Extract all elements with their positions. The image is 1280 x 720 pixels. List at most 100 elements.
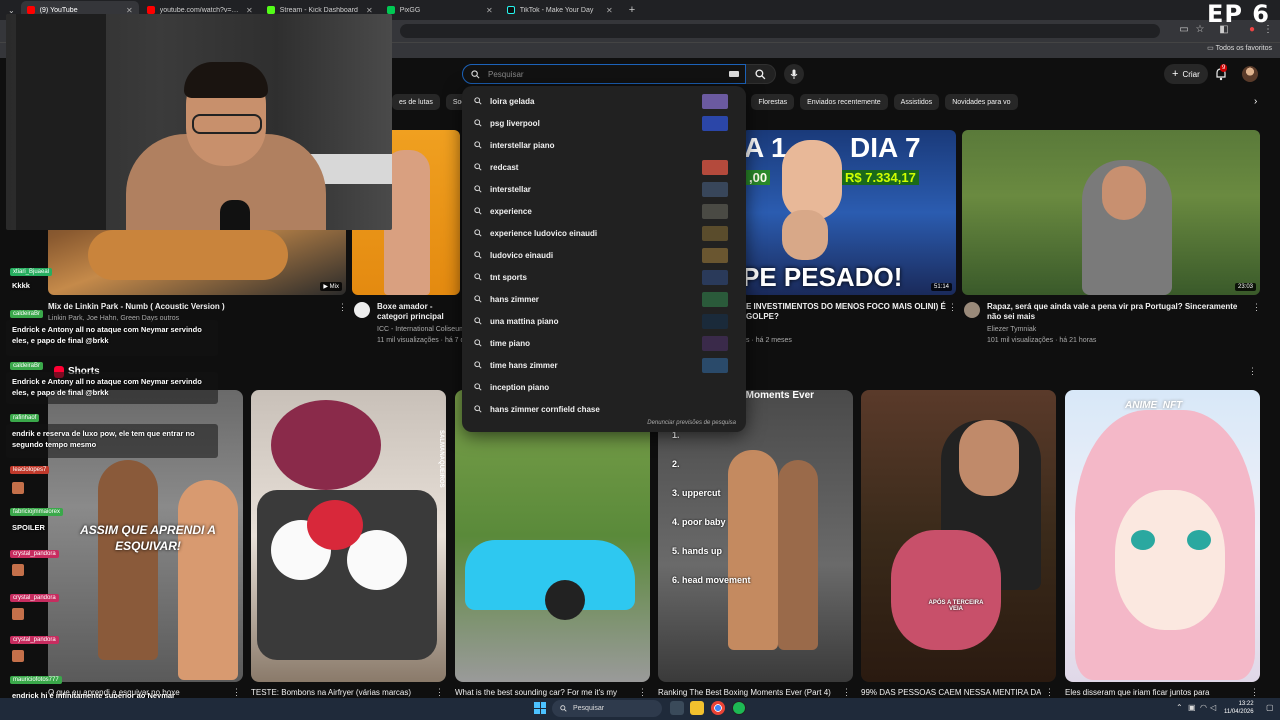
task-view-icon[interactable] bbox=[670, 701, 684, 715]
tiktok-favicon-icon bbox=[506, 6, 515, 14]
filter-chip[interactable]: Novidades para vo bbox=[945, 94, 1018, 110]
video-channel[interactable]: Eliezer Tymniak bbox=[987, 325, 1249, 334]
more-options-icon[interactable]: ⋮ bbox=[1252, 302, 1261, 313]
suggestion-thumbnail bbox=[702, 115, 728, 131]
search-icon bbox=[474, 383, 482, 391]
taskbar-clock[interactable]: 13:22 11/04/2026 bbox=[1224, 700, 1254, 716]
search-icon bbox=[474, 141, 482, 149]
chat-emote bbox=[12, 608, 24, 620]
create-button[interactable]: + Criar bbox=[1164, 64, 1208, 84]
chevron-right-icon[interactable]: › bbox=[1254, 96, 1257, 107]
tab-pixgg[interactable]: PixGG ✕ bbox=[381, 1, 499, 19]
more-options-icon[interactable]: ⋮ bbox=[1250, 687, 1259, 698]
search-suggestion[interactable]: tnt sports bbox=[462, 266, 746, 288]
short-boxing-ranking[interactable]: The Best Boxing Moments Ever 1.2.3. uppe… bbox=[658, 390, 853, 682]
report-predictions-link[interactable]: Denunciar previsões de pesquisa bbox=[647, 420, 736, 426]
video-thumbnail-portugal[interactable]: 23:03 bbox=[962, 130, 1260, 295]
thumbnail-text: R$ 7.334,17 bbox=[842, 170, 919, 185]
search-suggestion[interactable]: una mattina piano bbox=[462, 310, 746, 332]
tray-app-icon[interactable]: ▣ bbox=[1188, 703, 1196, 712]
taskbar-search[interactable]: Pesquisar bbox=[552, 700, 662, 717]
all-bookmarks[interactable]: ▭ Todos os favoritos bbox=[1207, 44, 1272, 52]
search-suggestion[interactable]: experience ludovico einaudi bbox=[462, 222, 746, 244]
account-avatar[interactable] bbox=[1242, 66, 1258, 82]
file-explorer-icon[interactable] bbox=[690, 701, 704, 715]
search-suggestion[interactable]: interstellar bbox=[462, 178, 746, 200]
ranking-item: 3. uppercut bbox=[672, 488, 721, 498]
keyboard-icon[interactable] bbox=[729, 71, 739, 77]
omnibox[interactable] bbox=[400, 24, 1160, 38]
volume-icon[interactable]: ◁ bbox=[1210, 703, 1216, 712]
search-suggestion[interactable]: time hans zimmer bbox=[462, 354, 746, 376]
search-icon bbox=[474, 163, 482, 171]
more-options-icon[interactable]: ⋮ bbox=[435, 687, 444, 698]
search-button[interactable] bbox=[746, 64, 776, 84]
tab-label: (9) YouTube bbox=[39, 6, 78, 14]
spotify-icon[interactable] bbox=[733, 702, 745, 714]
search-suggestion[interactable]: interstellar piano bbox=[462, 134, 746, 156]
man-face bbox=[1102, 166, 1146, 220]
search-icon bbox=[474, 185, 482, 193]
duration-badge: 23:03 bbox=[1234, 283, 1256, 291]
close-tab-icon[interactable]: ✕ bbox=[606, 6, 613, 15]
channel-avatar[interactable] bbox=[354, 302, 370, 318]
new-tab-button[interactable]: + bbox=[621, 4, 643, 16]
chat-username: rafinhaof bbox=[10, 414, 40, 422]
more-options-icon[interactable]: ⋮ bbox=[1248, 366, 1257, 377]
wifi-icon[interactable]: ◠ bbox=[1200, 703, 1207, 712]
short-airfryer[interactable]: SALMANAQUEIROS bbox=[251, 390, 446, 682]
short-title[interactable]: Ranking The Best Boxing Moments Ever (Pa… bbox=[658, 688, 838, 697]
tray-chevron-icon[interactable]: ⌃ bbox=[1176, 703, 1183, 712]
tab-label: TikTok - Make Your Day bbox=[519, 6, 594, 14]
voice-search-button[interactable] bbox=[784, 64, 804, 84]
filter-chip[interactable]: Assistidos bbox=[893, 94, 940, 110]
duration-badge: 51:14 bbox=[930, 283, 952, 291]
short-title[interactable]: What is the best sounding car? For me it… bbox=[455, 688, 635, 697]
more-options-icon[interactable]: ⋮ bbox=[948, 302, 957, 313]
short-meat[interactable]: APÓS A TERCEIRA VEIA bbox=[861, 390, 1056, 682]
bookmark-star-icon[interactable]: ☆ bbox=[1194, 24, 1206, 36]
cast-icon[interactable]: ▭ bbox=[1178, 24, 1190, 36]
channel-avatar[interactable] bbox=[964, 302, 980, 318]
search-suggestion[interactable]: ludovico einaudi bbox=[462, 244, 746, 266]
filter-chip[interactable]: Enviados recentemente bbox=[800, 94, 888, 110]
chat-message: SPOILER bbox=[12, 523, 45, 532]
more-options-icon[interactable]: ⋮ bbox=[842, 687, 851, 698]
search-suggestion[interactable]: loira gelada bbox=[462, 90, 746, 112]
short-title[interactable]: Eles disseram que iriam ficar juntos par… bbox=[1065, 688, 1245, 697]
notification-center-icon[interactable]: ▢ bbox=[1266, 703, 1274, 712]
suggestion-text: tnt sports bbox=[490, 272, 527, 282]
suggestion-text: una mattina piano bbox=[490, 316, 559, 326]
chrome-icon[interactable] bbox=[711, 701, 725, 715]
search-suggestion[interactable]: experience bbox=[462, 200, 746, 222]
suggestion-text: interstellar piano bbox=[490, 140, 555, 150]
search-suggestion[interactable]: redcast bbox=[462, 156, 746, 178]
short-anime[interactable]: ANIME_NFT bbox=[1065, 390, 1260, 682]
short-car[interactable] bbox=[455, 390, 650, 682]
search-input[interactable]: Pesquisar bbox=[462, 64, 746, 84]
search-suggestion[interactable]: hans zimmer cornfield chase bbox=[462, 398, 746, 420]
tab-label: youtube.com/watch?v=CV4h2r bbox=[159, 6, 241, 14]
search-suggestion[interactable]: hans zimmer bbox=[462, 288, 746, 310]
search-suggestion[interactable]: time piano bbox=[462, 332, 746, 354]
filter-chip[interactable]: es de lutas bbox=[392, 94, 440, 110]
close-tab-icon[interactable]: ✕ bbox=[486, 6, 493, 15]
search-icon bbox=[474, 339, 482, 347]
short-title[interactable]: 99% DAS PESSOAS CAEM NESSA MENTIRA DA bbox=[861, 688, 1041, 697]
more-options-icon[interactable]: ⋮ bbox=[338, 302, 347, 313]
meat-shape bbox=[891, 530, 1001, 650]
more-options-icon[interactable]: ⋮ bbox=[1045, 687, 1054, 698]
search-suggestion[interactable]: inception piano bbox=[462, 376, 746, 398]
video-thumbnail-investimentos[interactable]: A 1 DIA 7 ,00 R$ 7.334,17 PE PESADO! 51:… bbox=[742, 130, 956, 295]
tab-tiktok[interactable]: TikTok - Make Your Day ✕ bbox=[501, 1, 619, 19]
video-title[interactable]: E INVESTIMENTOS DO MENOS FOCO MAIS OLINI… bbox=[746, 302, 946, 322]
search-suggestion[interactable]: psg liverpool bbox=[462, 112, 746, 134]
windows-start-icon[interactable] bbox=[534, 702, 546, 714]
video-title[interactable]: Boxe amador - categori principal bbox=[377, 302, 463, 322]
short-title[interactable]: TESTE: Bombons na Airfryer (várias marca… bbox=[251, 688, 431, 697]
video-title[interactable]: Rapaz, será que ainda vale a pena vir pr… bbox=[987, 302, 1249, 322]
more-options-icon[interactable]: ⋮ bbox=[638, 687, 647, 698]
suggestion-text: inception piano bbox=[490, 382, 550, 392]
filter-chip[interactable]: Florestas bbox=[751, 94, 795, 110]
video-channel[interactable]: ICC - International Coliseum bbox=[377, 325, 463, 334]
